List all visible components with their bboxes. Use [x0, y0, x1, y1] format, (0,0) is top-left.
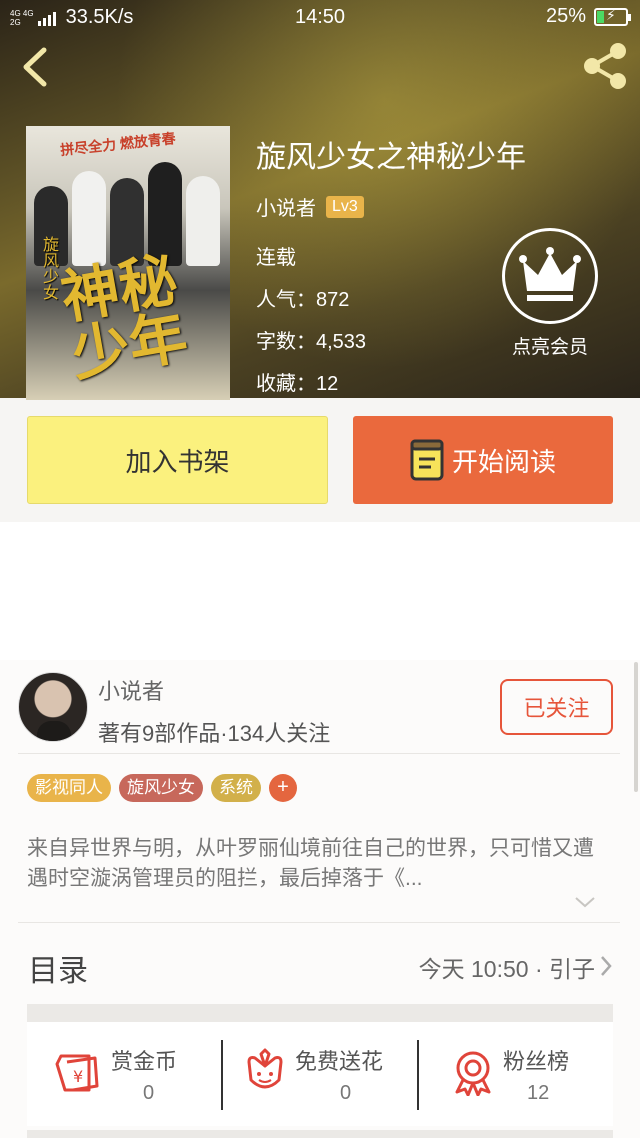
reward-coins-label: 赏金币	[111, 1049, 178, 1074]
popularity: 人气：872	[256, 289, 350, 311]
battery-percent: 25%	[545, 5, 586, 27]
section-spacer	[27, 1130, 613, 1138]
status-bar: 4G 4G 2G 33.5K/s 14:50 25% ⚡	[0, 0, 640, 34]
reward-coins-button[interactable]: ¥ 赏金币 0	[27, 1022, 222, 1126]
book-title: 旋风少女之神秘少年	[256, 141, 526, 174]
book-info: 旋风少女之神秘少年 小说者 Lv3 连载 人气：872 字数：4,533 收藏：…	[256, 132, 526, 409]
add-to-shelf-label: 加入书架	[125, 446, 230, 477]
free-flowers-count: 0	[340, 1082, 352, 1104]
medal-icon	[455, 1051, 491, 1096]
vip-label: 点亮会员	[511, 337, 588, 358]
battery-fill	[597, 10, 604, 23]
add-to-shelf-button[interactable]: 加入书架	[27, 416, 328, 504]
word-count: 字数：4,533	[256, 331, 367, 353]
flower-icon	[247, 1048, 283, 1089]
author-name[interactable]: 小说者	[256, 192, 316, 221]
red-envelope-icon: ¥	[55, 1054, 99, 1092]
svg-text:¥: ¥	[73, 1067, 83, 1086]
crown-icon	[502, 228, 598, 324]
battery-icon: ⚡	[594, 6, 631, 26]
avatar[interactable]	[18, 672, 88, 742]
share-button[interactable]	[580, 40, 630, 92]
back-button[interactable]	[16, 44, 56, 90]
divider	[18, 922, 620, 923]
fan-ranking-count: 12	[527, 1082, 550, 1104]
free-flowers-label: 免费送花	[295, 1049, 384, 1074]
chevron-right-icon[interactable]	[598, 954, 614, 978]
rewards-bar: ¥ 赏金币 0 免费送花 0 粉丝榜 12	[27, 1022, 613, 1126]
cover-title: 神秘少年	[56, 247, 193, 389]
author-row: 小说者 Lv3	[256, 192, 526, 221]
author-card: 小说者 著有9部作品·134人关注 已关注 影视同人 旋风少女 系统 + 来自异世界与…	[0, 660, 640, 1138]
status-right: 25% ⚡	[545, 5, 631, 28]
author-stats: 著有9部作品·134人关注	[98, 721, 331, 746]
tag-list: 影视同人 旋风少女 系统 +	[27, 774, 297, 802]
section-spacer	[27, 1004, 613, 1022]
reward-coins-count: 0	[143, 1082, 155, 1104]
follow-button[interactable]: 已关注	[500, 679, 613, 735]
book-cover[interactable]: 拼尽全力 燃放青春 旋风少女 神秘少年	[26, 126, 230, 400]
fan-ranking-button[interactable]: 粉丝榜 12	[419, 1022, 613, 1126]
author-card-name[interactable]: 小说者	[98, 674, 164, 706]
fan-ranking-label: 粉丝榜	[503, 1049, 570, 1074]
charging-icon: ⚡	[606, 6, 616, 23]
favorites-count: 收藏：12	[256, 373, 339, 395]
book-description[interactable]: 来自异世界与明，从叶罗丽仙境前往自己的世界，只可惜又遭遇时空漩涡管理员的阻拦，最…	[27, 834, 607, 894]
start-reading-label: 开始阅读	[451, 446, 556, 477]
status-time: 14:50	[294, 6, 346, 28]
vip-button[interactable]: 点亮会员	[500, 228, 600, 359]
book-icon	[410, 439, 444, 481]
chevron-down-icon[interactable]	[573, 892, 597, 912]
share-icon	[584, 43, 626, 89]
divider	[18, 753, 620, 754]
serial-status: 连载	[256, 247, 296, 269]
back-arrow-icon	[23, 47, 47, 87]
scrollbar[interactable]	[634, 662, 638, 792]
toc-latest-chapter[interactable]: 今天 10:50 · 引子	[419, 950, 595, 984]
action-bar: 加入书架 开始阅读	[0, 398, 640, 522]
level-badge: Lv3	[326, 195, 364, 218]
tag-chip[interactable]: 影视同人	[27, 774, 111, 802]
start-reading-button[interactable]: 开始阅读	[353, 416, 613, 504]
blank-area	[0, 522, 640, 660]
toc-title[interactable]: 目录	[28, 946, 88, 990]
follow-label: 已关注	[523, 696, 590, 721]
add-tag-button[interactable]: +	[269, 774, 297, 802]
free-flowers-button[interactable]: 免费送花 0	[223, 1022, 417, 1126]
tag-chip[interactable]: 旋风少女	[119, 774, 203, 802]
tag-chip[interactable]: 系统	[211, 774, 261, 802]
